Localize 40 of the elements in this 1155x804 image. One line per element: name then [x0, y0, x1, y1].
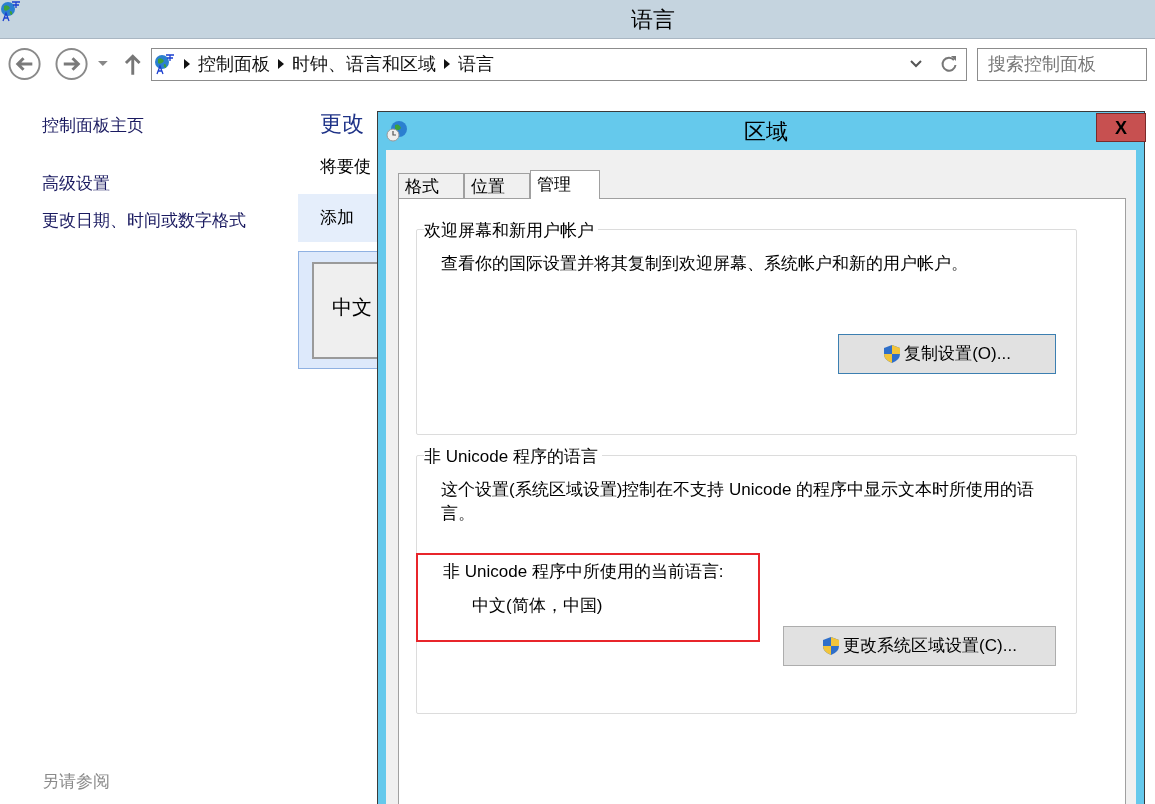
- globe-icon: [0, 0, 22, 22]
- sidebar-link[interactable]: 控制面板主页: [42, 113, 298, 139]
- tab[interactable]: 格式: [398, 173, 464, 198]
- tab[interactable]: 位置: [464, 173, 530, 198]
- page-heading: 更改: [320, 110, 365, 138]
- chevron-icon[interactable]: [444, 59, 451, 69]
- sidebar-link[interactable]: 高级设置: [42, 170, 298, 196]
- description-text: 将要使: [320, 156, 372, 178]
- copy-settings-button[interactable]: 复制设置(O)...: [838, 334, 1056, 374]
- shield-icon: [883, 344, 902, 364]
- back-icon[interactable]: [8, 47, 42, 81]
- dialog-title: 区域: [744, 117, 788, 146]
- globe-icon: [154, 53, 177, 75]
- refresh-icon[interactable]: [940, 55, 958, 73]
- current-language-value: 中文(简体，中国): [472, 594, 604, 617]
- add-language-link[interactable]: 添加: [298, 193, 378, 242]
- chevron-icon[interactable]: [184, 59, 191, 69]
- language-item[interactable]: 中文: [298, 250, 378, 369]
- current-language-label: 非 Unicode 程序中所使用的当前语言:: [443, 561, 725, 583]
- globe-clock-icon: [386, 120, 408, 142]
- shield-icon: [822, 636, 841, 656]
- up-arrow-icon[interactable]: [123, 53, 142, 75]
- breadcrumb[interactable]: 时钟、语言和区域: [292, 50, 437, 78]
- dropdown-icon[interactable]: [98, 61, 108, 67]
- change-locale-button[interactable]: 更改系统区域设置(C)...: [783, 626, 1056, 666]
- dropdown-icon[interactable]: [910, 60, 922, 68]
- tab[interactable]: 管理: [530, 170, 600, 199]
- breadcrumb[interactable]: 控制面板: [198, 50, 271, 78]
- search-field[interactable]: 搜索控制面板: [977, 47, 1147, 81]
- breadcrumb[interactable]: 语言: [458, 50, 495, 78]
- see-also-heading: 另请参阅: [42, 770, 111, 793]
- language-tile[interactable]: 中文: [312, 261, 378, 359]
- window-title: 语言: [629, 5, 675, 34]
- close-button[interactable]: X: [1096, 113, 1146, 142]
- address-bar[interactable]: 控制面板 时钟、语言和区域 语言: [151, 47, 967, 81]
- sidebar-link[interactable]: 更改日期、时间或数字格式: [42, 208, 298, 234]
- chevron-icon[interactable]: [278, 59, 285, 69]
- forward-icon[interactable]: [55, 47, 89, 81]
- group-description: 这个设置(系统区域设置)控制在不支持 Unicode 的程序中显示文本时所使用的语言。: [441, 479, 1036, 525]
- group-description: 查看你的国际设置并将其复制到欢迎屏幕、系统帐户和新的用户帐户。: [441, 253, 969, 275]
